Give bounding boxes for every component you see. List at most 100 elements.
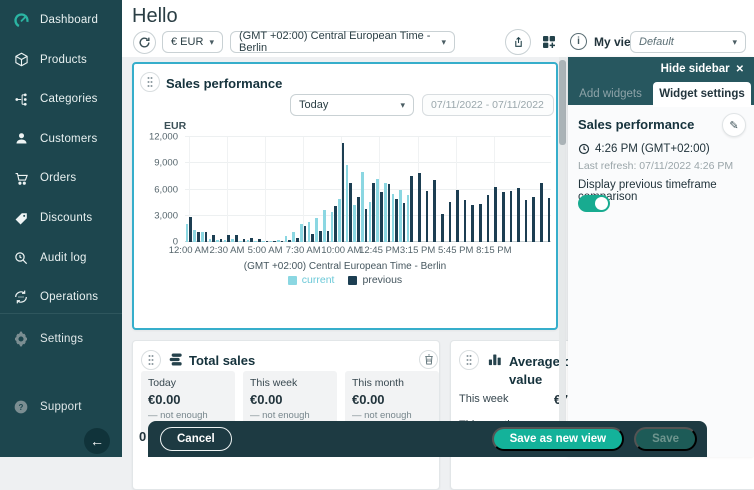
bar-group[interactable] [399,137,407,242]
bar-group[interactable] [383,137,391,242]
sidebar-item-label: Support [40,401,82,413]
export-button[interactable] [505,29,531,55]
save-button[interactable]: Save [634,427,697,451]
bar-group[interactable] [521,137,529,242]
hide-sidebar-button[interactable]: Hide sidebar ✕ [661,63,744,75]
delete-widget-button[interactable] [419,350,438,369]
bar-group[interactable] [414,137,422,242]
bar-group[interactable] [368,137,376,242]
previous-bar [403,203,406,242]
comparison-toggle[interactable] [578,195,610,212]
bar-group[interactable] [360,137,368,242]
sidebar-item-products[interactable]: Products [0,48,122,72]
bar-group[interactable] [437,137,445,242]
bar-group[interactable] [261,137,269,242]
bar-group[interactable] [277,137,285,242]
bar-group[interactable] [200,137,208,242]
bar-group[interactable] [269,137,277,242]
edit-widget-button[interactable]: ✎ [722,113,746,137]
collapse-sidebar-button[interactable]: ← [84,428,110,454]
sidebar-item-categories[interactable]: Categories [0,87,122,111]
sidebar-item-settings[interactable]: Settings [0,327,122,351]
last-refresh-label: Last refresh: 07/11/2022 4:26 PM [578,160,733,172]
sales-performance-widget[interactable]: Sales performance Today ▾ 07/11/2022 - 0… [132,62,558,330]
bar-group[interactable] [475,137,483,242]
date-range-input[interactable]: 07/11/2022 - 07/11/2022 [422,94,554,116]
bar-group[interactable] [498,137,506,242]
bar-group[interactable] [330,137,338,242]
refresh-button[interactable] [133,31,156,54]
sidebar-item-discounts[interactable]: Discounts [0,206,122,230]
bar-group[interactable] [292,137,300,242]
drag-handle[interactable] [140,72,160,92]
legend-item-current[interactable]: current [288,274,335,286]
bar-group[interactable] [513,137,521,242]
chevron-down-icon: ▾ [441,37,446,48]
bar-group[interactable] [231,137,239,242]
bar-group[interactable] [193,137,201,242]
bar-group[interactable] [208,137,216,242]
bar-group[interactable] [315,137,323,242]
x-tick-label: 5:00 AM [248,245,283,256]
sidebar-item-dashboard[interactable]: Dashboard [0,8,122,32]
bar-group[interactable] [490,137,498,242]
bar-group[interactable] [536,137,544,242]
stat-label: This month [352,377,432,389]
bar-group[interactable] [185,137,193,242]
x-tick-label: 5:45 PM [438,245,473,256]
bar-group[interactable] [482,137,490,242]
add-widget-button[interactable] [536,29,562,55]
drag-handle[interactable] [141,350,161,370]
views-value: Default [639,36,674,48]
info-icon[interactable]: i [570,33,587,50]
bar-group[interactable] [246,137,254,242]
current-bar [201,232,204,242]
bar-group[interactable] [284,137,292,242]
bar-group[interactable] [391,137,399,242]
bar-group[interactable] [299,137,307,242]
bar-group[interactable] [345,137,353,242]
bar-group[interactable] [421,137,429,242]
tab-widget-settings[interactable]: Widget settings [653,82,751,105]
x-tick-label: 8:15 PM [476,245,511,256]
bar-group[interactable] [223,137,231,242]
sidebar-item-audit-log[interactable]: Audit log [0,246,122,270]
timeframe-select[interactable]: Today ▾ [290,94,414,116]
cancel-button[interactable]: Cancel [160,427,232,451]
scrollbar-thumb[interactable] [559,60,566,145]
bar-group[interactable] [376,137,384,242]
currency-select[interactable]: € EUR ▾ [162,31,223,53]
bar-group[interactable] [353,137,361,242]
bar-group[interactable] [322,137,330,242]
bar-group[interactable] [216,137,224,242]
main-scrollbar[interactable] [559,57,566,457]
bar-group[interactable] [543,137,551,242]
bar-group[interactable] [444,137,452,242]
bar-group[interactable] [528,137,536,242]
bar-group[interactable] [238,137,246,242]
views-select[interactable]: Default ▾ [630,31,746,53]
sidebar-item-support[interactable]: ?Support [0,395,122,419]
bar-group[interactable] [452,137,460,242]
current-bar [224,240,227,242]
bar-group[interactable] [460,137,468,242]
sidebar-item-customers[interactable]: Customers [0,127,122,151]
clock-icon [578,143,590,155]
bar-group[interactable] [505,137,513,242]
bar-group[interactable] [406,137,414,242]
legend-item-previous[interactable]: previous [348,274,402,286]
bar-group[interactable] [307,137,315,242]
timezone-select[interactable]: (GMT +02:00) Central European Time - Ber… [230,31,455,53]
bar-group[interactable] [254,137,262,242]
total-sales-widget[interactable]: Total sales Today€0.00— not enough data … [132,340,440,490]
tab-add-widgets[interactable]: Add widgets [568,82,653,105]
bar-group[interactable] [467,137,475,242]
sidebar-item-operations[interactable]: Operations [0,285,122,309]
bar-group[interactable] [429,137,437,242]
drag-handle[interactable] [459,350,479,370]
save-as-new-view-button[interactable]: Save as new view [492,427,625,451]
bar-group[interactable] [338,137,346,242]
previous-bar [311,234,314,242]
current-bar [277,240,280,242]
sidebar-item-orders[interactable]: Orders [0,166,122,190]
